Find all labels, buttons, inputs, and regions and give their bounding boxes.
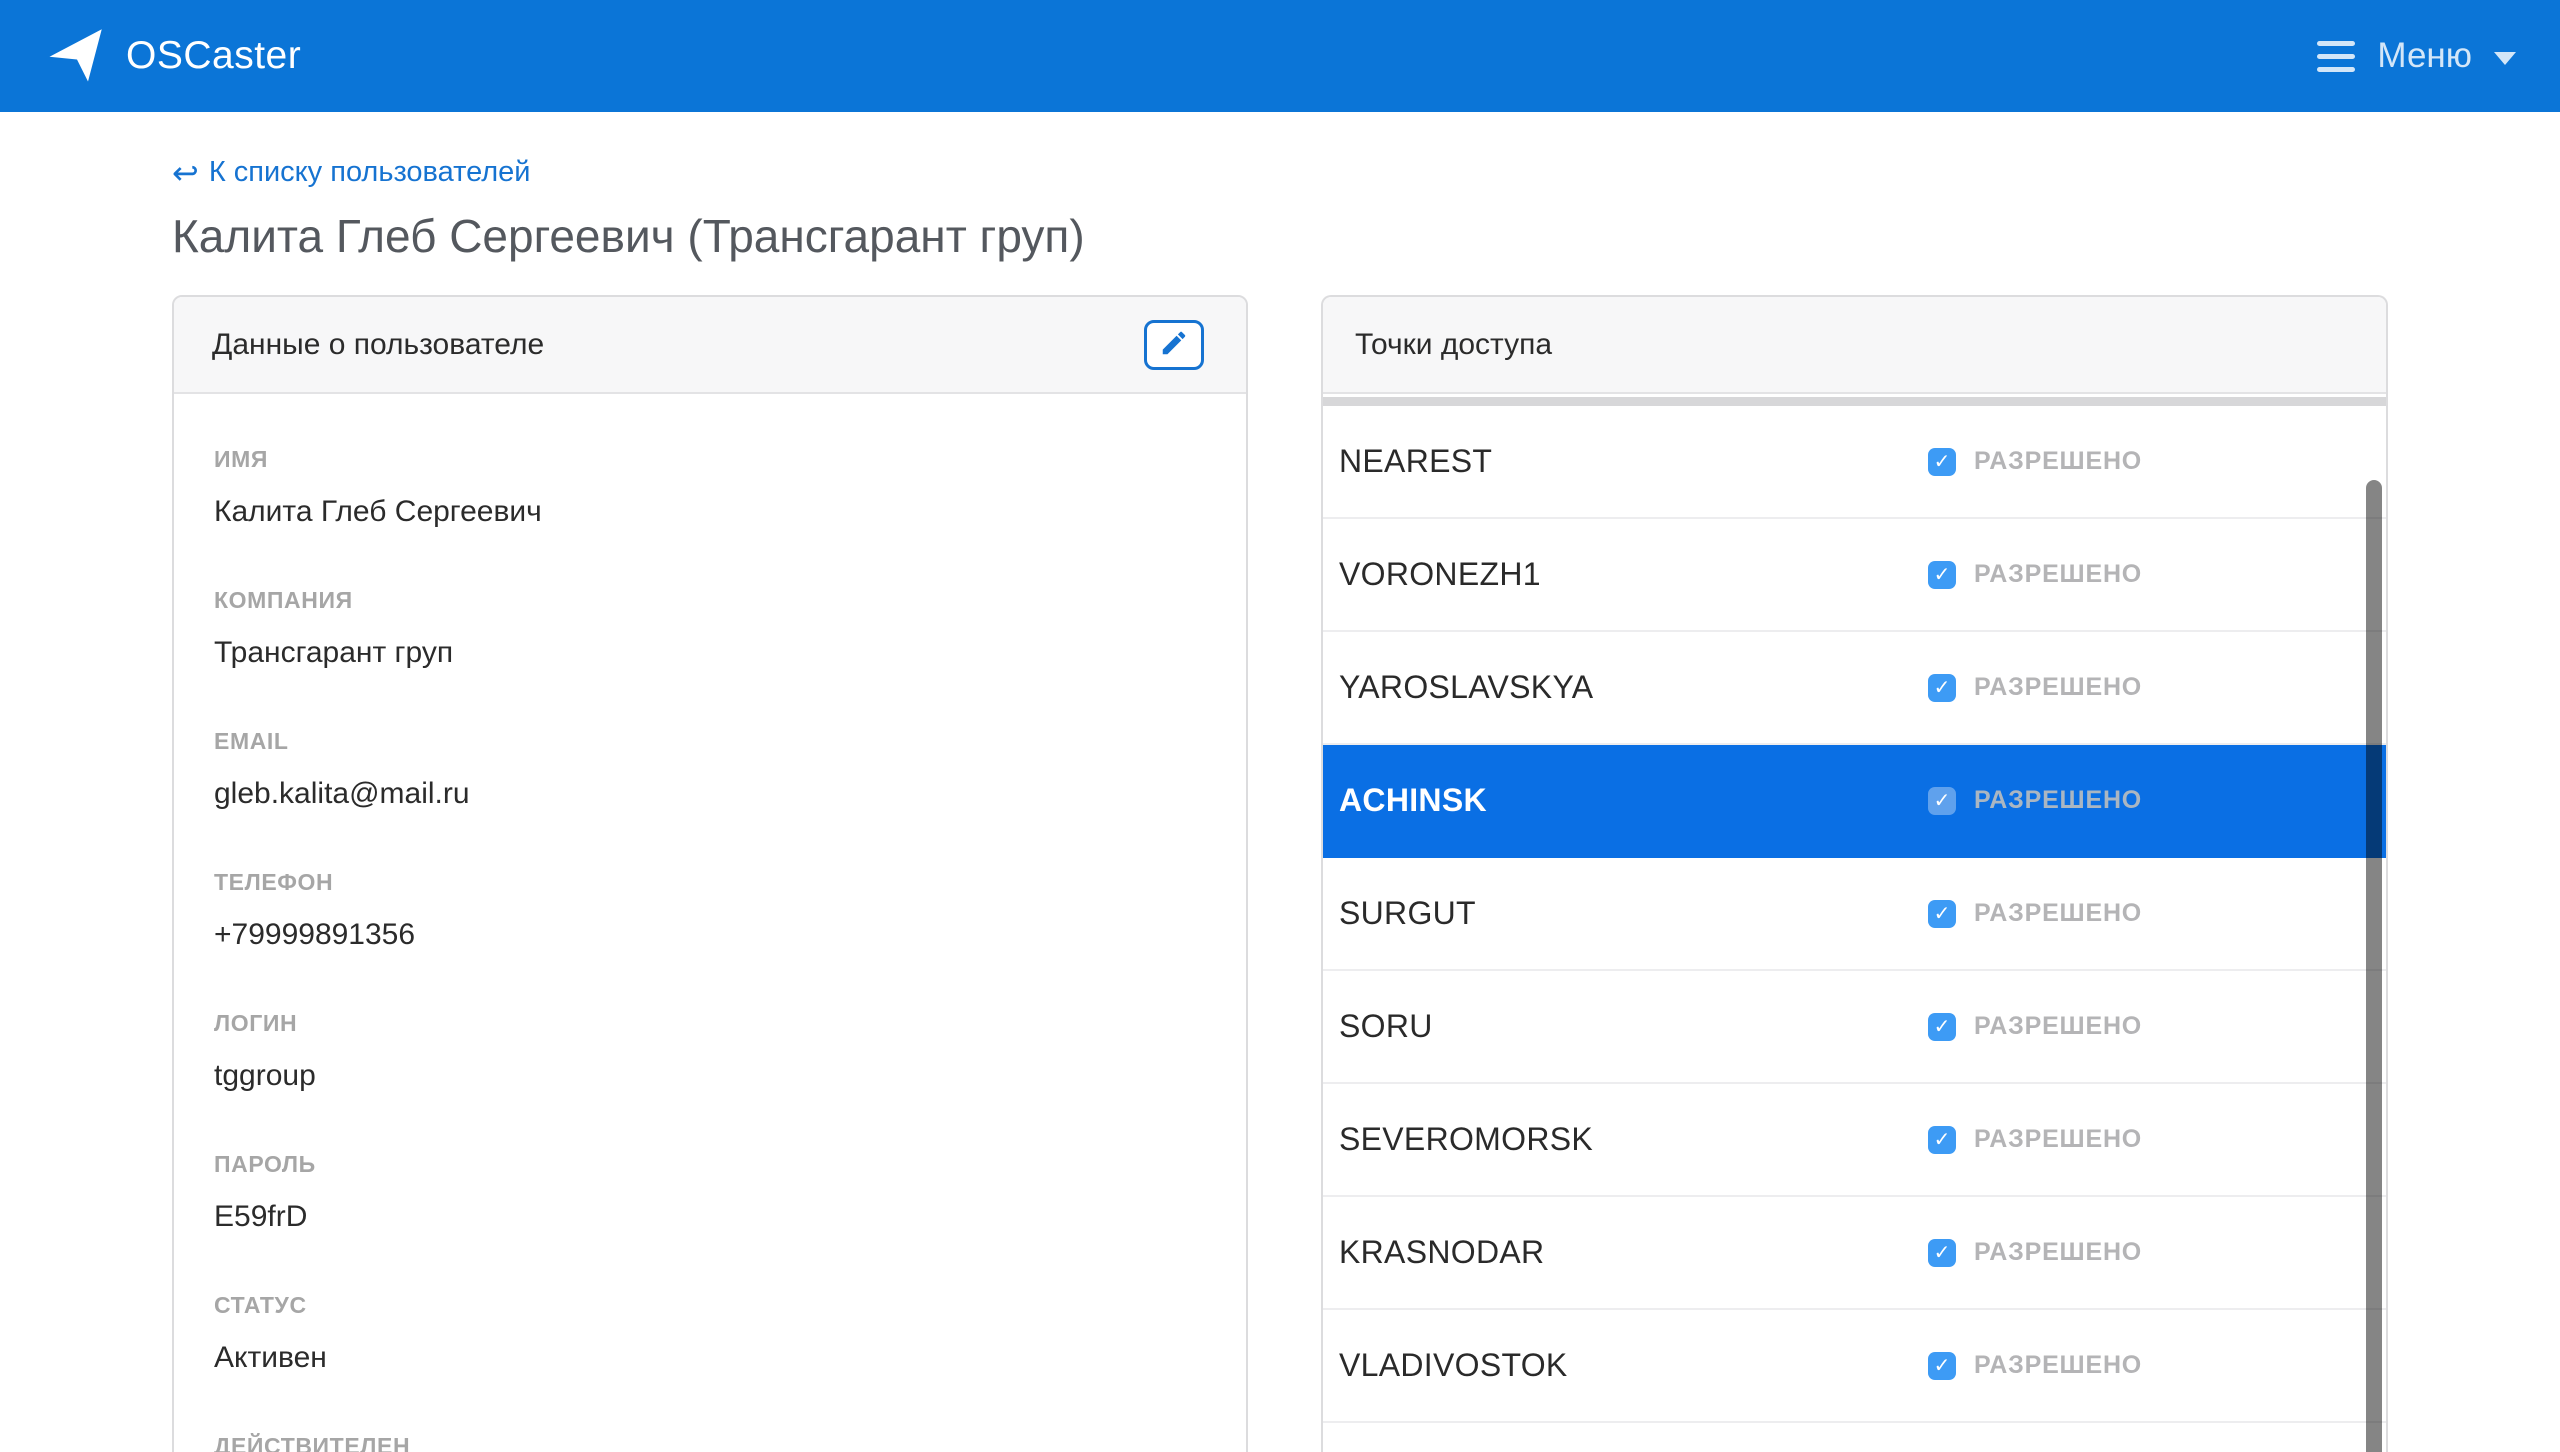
field-label: ИМЯ [214,446,1206,473]
brand-name: OSCaster [126,34,301,78]
field-label: ТЕЛЕФОН [214,869,1206,896]
field-label: EMAIL [214,728,1206,755]
field-value: tggroup [214,1059,1206,1093]
access-point-row-soru[interactable]: SORU РАЗРЕШЕНО [1323,971,2386,1084]
hamburger-icon [2317,41,2355,72]
access-point-name: VORONEZH1 [1339,556,1541,593]
access-point-name: NEAREST [1339,443,1492,480]
access-point-row-vladivostok[interactable]: VLADIVOSTOK РАЗРЕШЕНО [1323,1310,2386,1423]
menu-label: Меню [2377,36,2472,76]
field-status: СТАТУС Активен [214,1292,1206,1375]
back-link-label: К списку пользователей [209,156,531,189]
back-to-users-link[interactable]: ↩ К списку пользователей [172,156,531,189]
vertical-scrollbar-thumb[interactable] [2366,480,2382,1452]
field-name: ИМЯ Калита Глеб Сергеевич [214,446,1206,529]
pencil-icon [1159,328,1189,361]
user-data-card: Данные о пользователе ИМЯ Калита Глеб Се… [172,295,1248,1452]
permission-label: РАЗРЕШЕНО [1974,1012,2142,1041]
field-value: Калита Глеб Сергеевич [214,495,1206,529]
access-point-row-nearest[interactable]: NEAREST РАЗРЕШЕНО [1323,406,2386,519]
field-value: Трансгарант груп [214,636,1206,670]
allowed-checkbox[interactable] [1928,561,1956,589]
chevron-down-icon [2494,52,2516,65]
user-card-body: ИМЯ Калита Глеб Сергеевич КОМПАНИЯ Транс… [174,394,1246,1452]
allowed-checkbox[interactable] [1928,900,1956,928]
field-company: КОМПАНИЯ Трансгарант груп [214,587,1206,670]
field-label: ЛОГИН [214,1010,1206,1037]
field-value: E59frD [214,1200,1206,1234]
user-card-title: Данные о пользователе [212,328,544,362]
field-label: ДЕЙСТВИТЕЛЕН [214,1433,1206,1452]
edit-user-button[interactable] [1144,320,1204,370]
access-point-name: YAROSLAVSKYA [1339,669,1593,706]
field-valid-until: ДЕЙСТВИТЕЛЕН [214,1433,1206,1452]
field-label: СТАТУС [214,1292,1206,1319]
field-login: ЛОГИН tggroup [214,1010,1206,1093]
field-label: ПАРОЛЬ [214,1151,1206,1178]
field-value: +79999891356 [214,918,1206,952]
field-phone: ТЕЛЕФОН +79999891356 [214,869,1206,952]
field-value: Активен [214,1341,1206,1375]
access-point-row-yaroslavskya[interactable]: YAROSLAVSKYA РАЗРЕШЕНО [1323,632,2386,745]
allowed-checkbox[interactable] [1928,674,1956,702]
access-point-list: NEAREST РАЗРЕШЕНО VORONEZH1 РАЗРЕШЕНО YA… [1323,406,2386,1423]
page-content: ↩ К списку пользователей Калита Глеб Сер… [0,112,2560,1452]
allowed-checkbox[interactable] [1928,1013,1956,1041]
access-point-name: SORU [1339,1008,1433,1045]
permission-label: РАЗРЕШЕНО [1974,786,2142,815]
horizontal-scrollbar[interactable] [1323,397,2386,406]
permission-label: РАЗРЕШЕНО [1974,1125,2142,1154]
access-points-card: Точки доступа NEAREST РАЗРЕШЕНО VORONEZH… [1321,295,2388,1452]
access-point-row-achinsk[interactable]: ACHINSK РАЗРЕШЕНО [1323,745,2386,858]
access-point-row-krasnodar[interactable]: KRASNODAR РАЗРЕШЕНО [1323,1197,2386,1310]
top-navbar: OSCaster Меню [0,0,2560,112]
return-arrow-icon: ↩ [172,157,199,189]
access-point-row-voronezh1[interactable]: VORONEZH1 РАЗРЕШЕНО [1323,519,2386,632]
permission-label: РАЗРЕШЕНО [1974,673,2142,702]
permission-label: РАЗРЕШЕНО [1974,1238,2142,1267]
field-value: gleb.kalita@mail.ru [214,777,1206,811]
permission-label: РАЗРЕШЕНО [1974,1351,2142,1380]
access-point-row-severomorsk[interactable]: SEVEROMORSK РАЗРЕШЕНО [1323,1084,2386,1197]
access-point-row-surgut[interactable]: SURGUT РАЗРЕШЕНО [1323,858,2386,971]
permission-label: РАЗРЕШЕНО [1974,560,2142,589]
access-point-name: SURGUT [1339,895,1476,932]
access-point-name: VLADIVOSTOK [1339,1347,1568,1384]
access-point-name: KRASNODAR [1339,1234,1544,1271]
user-card-header: Данные о пользователе [174,297,1246,394]
permission-label: РАЗРЕШЕНО [1974,447,2142,476]
paper-plane-icon [44,21,110,92]
field-email: EMAIL gleb.kalita@mail.ru [214,728,1206,811]
allowed-checkbox[interactable] [1928,1352,1956,1380]
access-card-title: Точки доступа [1355,328,1552,362]
allowed-checkbox[interactable] [1928,1126,1956,1154]
page-title: Калита Глеб Сергеевич (Трансгарант груп) [172,209,2560,263]
allowed-checkbox[interactable] [1928,787,1956,815]
permission-label: РАЗРЕШЕНО [1974,899,2142,928]
brand-logo[interactable]: OSCaster [44,21,301,92]
field-password: ПАРОЛЬ E59frD [214,1151,1206,1234]
access-point-name: ACHINSK [1339,782,1487,819]
allowed-checkbox[interactable] [1928,1239,1956,1267]
access-card-header: Точки доступа [1323,297,2386,394]
field-label: КОМПАНИЯ [214,587,1206,614]
access-point-name: SEVEROMORSK [1339,1121,1593,1158]
menu-button[interactable]: Меню [2317,36,2516,76]
allowed-checkbox[interactable] [1928,448,1956,476]
